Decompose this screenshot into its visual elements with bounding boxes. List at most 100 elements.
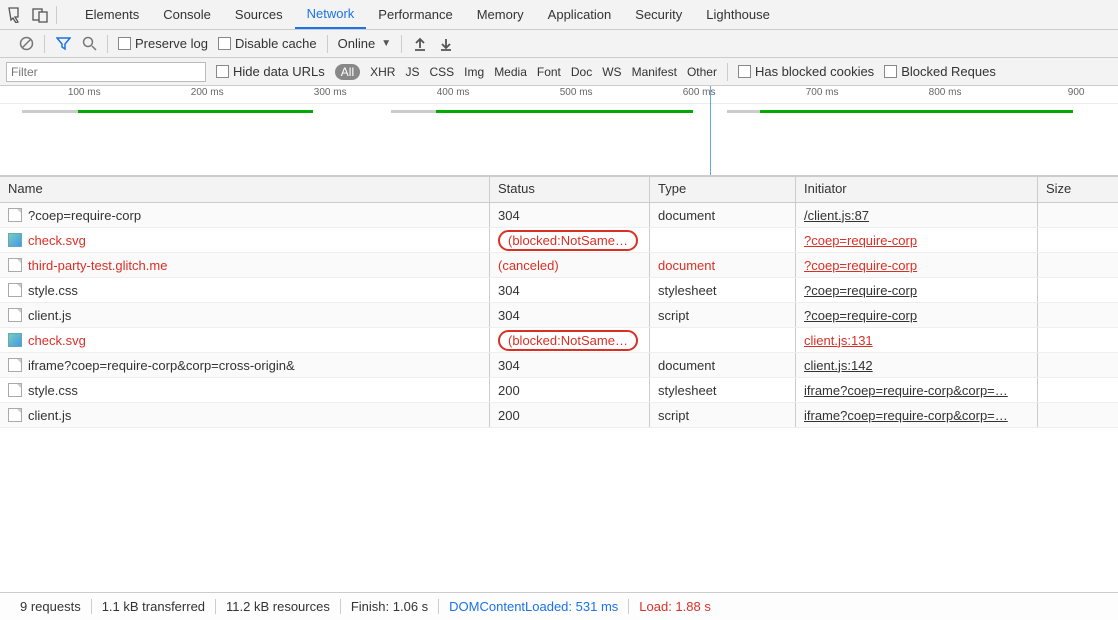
tab-application[interactable]: Application	[536, 0, 624, 29]
request-name: client.js	[28, 308, 71, 323]
table-row[interactable]: client.js 304 script ?coep=require-corp	[0, 303, 1118, 328]
col-header-status[interactable]: Status	[490, 177, 650, 202]
inspect-element-icon[interactable]	[8, 7, 24, 23]
tab-sources[interactable]: Sources	[223, 0, 295, 29]
tab-performance[interactable]: Performance	[366, 0, 464, 29]
filter-type-js[interactable]: JS	[405, 65, 419, 79]
initiator-link[interactable]: /client.js:87	[804, 208, 869, 223]
download-har-icon[interactable]	[438, 36, 454, 52]
divider	[107, 35, 108, 53]
checkbox-icon	[218, 37, 231, 50]
filter-type-doc[interactable]: Doc	[571, 65, 592, 79]
initiator-link[interactable]: ?coep=require-corp	[804, 308, 917, 323]
filter-toggle-icon[interactable]	[55, 36, 71, 52]
request-size	[1038, 203, 1118, 227]
overview-tick: 800 ms	[929, 87, 962, 98]
request-name: client.js	[28, 408, 71, 423]
status-domcontentloaded: DOMContentLoaded: 531 ms	[439, 599, 629, 614]
table-row[interactable]: style.css304stylesheet?coep=require-corp	[0, 278, 1118, 303]
device-toolbar-icon[interactable]	[32, 7, 48, 23]
tab-console[interactable]: Console	[151, 0, 223, 29]
checkbox-icon	[738, 65, 751, 78]
tab-network[interactable]: Network	[295, 0, 367, 29]
request-status: 304	[498, 308, 520, 323]
col-header-initiator[interactable]: Initiator	[796, 177, 1038, 202]
hide-data-urls-checkbox[interactable]: Hide data URLs	[216, 64, 325, 79]
filter-type-css[interactable]: CSS	[429, 65, 454, 79]
initiator-link[interactable]: iframe?coep=require-corp&corp=…	[804, 383, 1008, 398]
document-file-icon	[8, 383, 22, 397]
request-name: iframe?coep=require-corp&corp=cross-orig…	[28, 358, 295, 373]
filter-input[interactable]	[6, 62, 206, 82]
divider	[44, 35, 45, 53]
col-header-size[interactable]: Size	[1038, 177, 1118, 202]
network-status-bar: 9 requests 1.1 kB transferred 11.2 kB re…	[0, 592, 1118, 620]
initiator-link[interactable]: ?coep=require-corp	[804, 283, 917, 298]
preserve-log-checkbox[interactable]: Preserve log	[118, 36, 208, 51]
filter-type-img[interactable]: Img	[464, 65, 484, 79]
request-type: document	[658, 208, 715, 223]
request-type: stylesheet	[658, 283, 717, 298]
document-file-icon	[8, 208, 22, 222]
table-row[interactable]: ?coep=require-corp304document/client.js:…	[0, 203, 1118, 228]
blocked-requests-checkbox[interactable]: Blocked Reques	[884, 64, 996, 79]
table-row[interactable]: check.svg(blocked:NotSame…client.js:131	[0, 328, 1118, 353]
checkbox-icon	[118, 37, 131, 50]
request-type: script	[658, 308, 689, 323]
initiator-link[interactable]: client.js:131	[804, 333, 873, 348]
request-size	[1038, 378, 1118, 402]
throttling-select[interactable]: Online ▼	[338, 36, 391, 51]
overview-scrubber[interactable]	[710, 86, 711, 175]
upload-har-icon[interactable]	[412, 36, 428, 52]
table-row[interactable]: client.js200scriptiframe?coep=require-co…	[0, 403, 1118, 428]
clear-button[interactable]	[18, 36, 34, 52]
overview-ruler: 100 ms200 ms300 ms400 ms500 ms600 ms700 …	[0, 86, 1118, 104]
overview-bar	[727, 110, 761, 113]
filter-type-all[interactable]: All	[335, 64, 360, 80]
table-body: ?coep=require-corp 304 document/client.js:…	[0, 203, 1118, 592]
table-row[interactable]: check.svg(blocked:NotSame…?coep=require-…	[0, 228, 1118, 253]
filter-type-font[interactable]: Font	[537, 65, 561, 79]
overview-bar	[391, 110, 436, 113]
col-header-name[interactable]: Name	[0, 177, 490, 202]
status-blocked-badge: (blocked:NotSame…	[498, 330, 638, 351]
network-overview[interactable]: 100 ms200 ms300 ms400 ms500 ms600 ms700 …	[0, 86, 1118, 176]
checkbox-icon	[216, 65, 229, 78]
filter-type-media[interactable]: Media	[494, 65, 527, 79]
initiator-link[interactable]: iframe?coep=require-corp&corp=…	[804, 408, 1008, 423]
filter-type-xhr[interactable]: XHR	[370, 65, 395, 79]
filter-type-list: XHR JS CSS Img Media Font Doc WS Manifest Other	[370, 65, 717, 79]
tab-lighthouse[interactable]: Lighthouse	[694, 0, 782, 29]
table-header-row: Name Status Type Initiator Size	[0, 177, 1118, 203]
document-file-icon	[8, 358, 22, 372]
initiator-link[interactable]: ?coep=require-corp	[804, 233, 917, 248]
filter-type-other[interactable]: Other	[687, 65, 717, 79]
chevron-down-icon: ▼	[381, 38, 391, 49]
request-name: style.css	[28, 283, 78, 298]
table-row[interactable]: style.css200stylesheetiframe?coep=requir…	[0, 378, 1118, 403]
document-file-icon	[8, 308, 22, 322]
initiator-link[interactable]: client.js:142	[804, 358, 873, 373]
divider	[401, 35, 402, 53]
tab-elements[interactable]: Elements	[73, 0, 151, 29]
request-size	[1038, 278, 1118, 302]
status-finish: Finish: 1.06 s	[341, 599, 439, 614]
tab-security[interactable]: Security	[623, 0, 694, 29]
initiator-link[interactable]: ?coep=require-corp	[804, 258, 917, 273]
throttling-value: Online	[338, 36, 376, 51]
network-filter-bar: Hide data URLs All XHR JS CSS Img Media Font D…	[0, 58, 1118, 86]
has-blocked-cookies-checkbox[interactable]: Has blocked cookies	[738, 64, 874, 79]
col-header-type[interactable]: Type	[650, 177, 796, 202]
devtools-tabbar: ElementsConsoleSourcesNetworkPerformance…	[0, 0, 1118, 30]
checkbox-icon	[884, 65, 897, 78]
tab-memory[interactable]: Memory	[465, 0, 536, 29]
filter-type-manifest[interactable]: Manifest	[632, 65, 677, 79]
table-row[interactable]: third-party-test.glitch.me(canceled)docu…	[0, 253, 1118, 278]
hide-data-urls-label: Hide data URLs	[233, 64, 325, 79]
disable-cache-checkbox[interactable]: Disable cache	[218, 36, 317, 51]
search-icon[interactable]	[81, 36, 97, 52]
filter-type-ws[interactable]: WS	[602, 65, 621, 79]
overview-tick: 900	[1068, 87, 1085, 98]
status-resources: 11.2 kB resources	[216, 599, 341, 614]
table-row[interactable]: iframe?coep=require-corp&corp=cross-orig…	[0, 353, 1118, 378]
